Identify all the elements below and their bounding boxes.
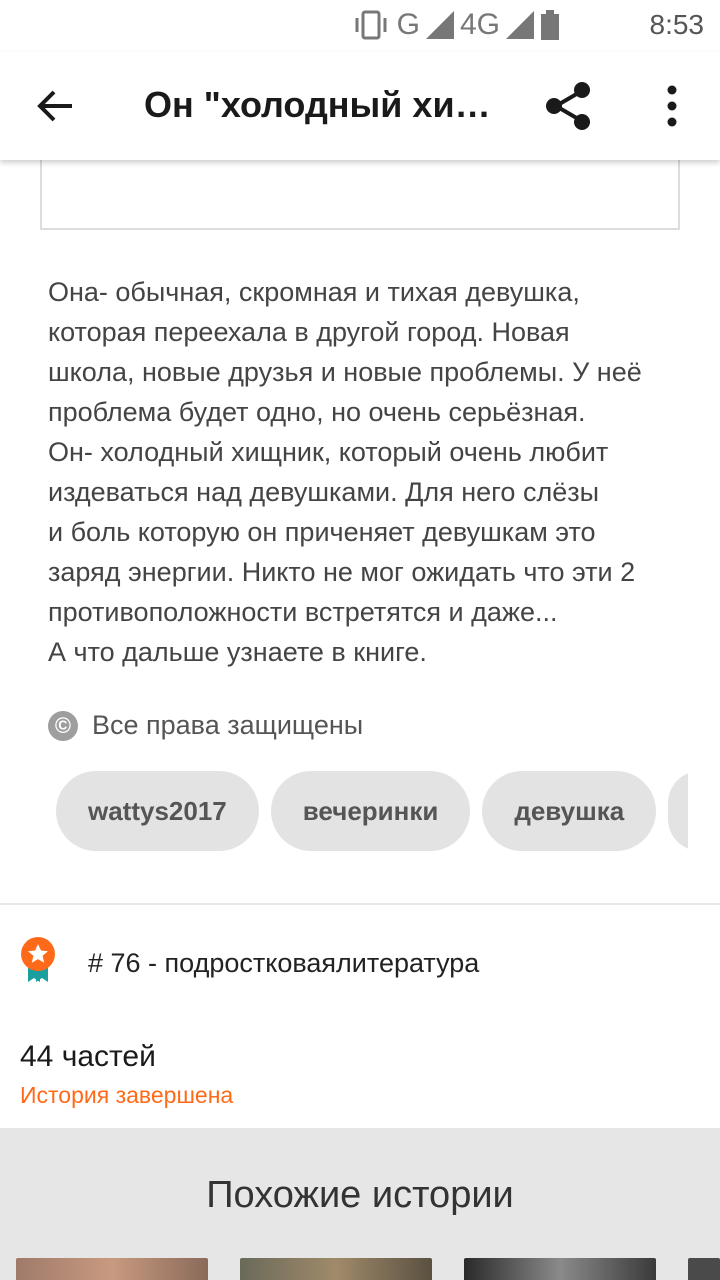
story-cover-thumbnail[interactable]: [16, 1258, 208, 1280]
description-line: А что дальше узнаете в книге.: [48, 637, 427, 667]
tag-chip[interactable]: [668, 771, 688, 851]
status-time: 8:53: [649, 9, 705, 40]
parts-count: 44 частей: [20, 1040, 156, 1073]
app-bar: Он "холодный хищник": [0, 52, 720, 160]
copyright-notice: © Все права защищены: [48, 710, 363, 741]
description-line: противоположности встретятся и даже...: [48, 597, 558, 627]
copyright-icon: ©: [48, 710, 78, 741]
battery-icon: [541, 10, 559, 40]
description-line: школа, новые друзья и новые проблемы. У …: [48, 357, 642, 387]
ranking-text: # 76 - подростковаялитература: [88, 947, 480, 978]
tag-chip[interactable]: вечеринки: [270, 771, 471, 851]
network-label: G: [396, 8, 420, 41]
description-line: и боль которую он приченяет девушкам это: [48, 517, 596, 547]
description-line: Она- обычная, скромная и тихая девушка,: [48, 277, 580, 307]
similar-stories-heading: Похожие истории: [206, 1174, 514, 1216]
more-vertical-icon[interactable]: [650, 82, 694, 134]
share-icon[interactable]: [540, 78, 596, 134]
tag-chip[interactable]: wattys2017: [56, 771, 259, 851]
section-divider: [0, 903, 720, 905]
signal-icon: [425, 11, 454, 39]
description-line: проблема будет одно, но очень серьёзная.: [48, 397, 586, 427]
network-4g-label: 4G: [459, 8, 500, 41]
medal-icon: [21, 937, 55, 982]
description-line: издеваться над девушками. Для него слёзы: [48, 477, 600, 507]
story-cover-thumbnail[interactable]: [240, 1258, 432, 1280]
story-status: История завершена: [20, 1082, 234, 1108]
signal-4g-icon: [506, 11, 534, 39]
story-cover-thumbnail[interactable]: [464, 1258, 656, 1280]
similar-stories-section: Похожие истории: [0, 1128, 720, 1280]
copyright-text: Все права защищены: [92, 710, 364, 740]
description-line: Он- холодный хищник, который очень любит: [48, 437, 609, 467]
arrow-left-icon[interactable]: [30, 82, 78, 130]
vibrate-icon: [355, 10, 387, 40]
story-description: Она- обычная, скромная и тихая девушка, …: [48, 272, 688, 672]
parts-info: 44 частей История завершена: [20, 1040, 233, 1109]
description-line: которая переехала в другой город. Новая: [48, 317, 570, 347]
tag-chip[interactable]: девушка: [482, 771, 657, 851]
cover-frame: [40, 150, 680, 230]
story-title: Он "холодный хищник": [144, 84, 504, 125]
tag-list: wattys2017 вечеринки девушка: [56, 771, 688, 851]
status-bar: G 4G 8:53: [0, 0, 720, 52]
story-cover-thumbnail[interactable]: [688, 1258, 720, 1280]
status-icons: G 4G: [351, 8, 560, 42]
description-line: заряд энергии. Никто не мог ожидать что …: [48, 557, 636, 587]
ranking-row[interactable]: # 76 - подростковаялитература: [18, 936, 479, 984]
